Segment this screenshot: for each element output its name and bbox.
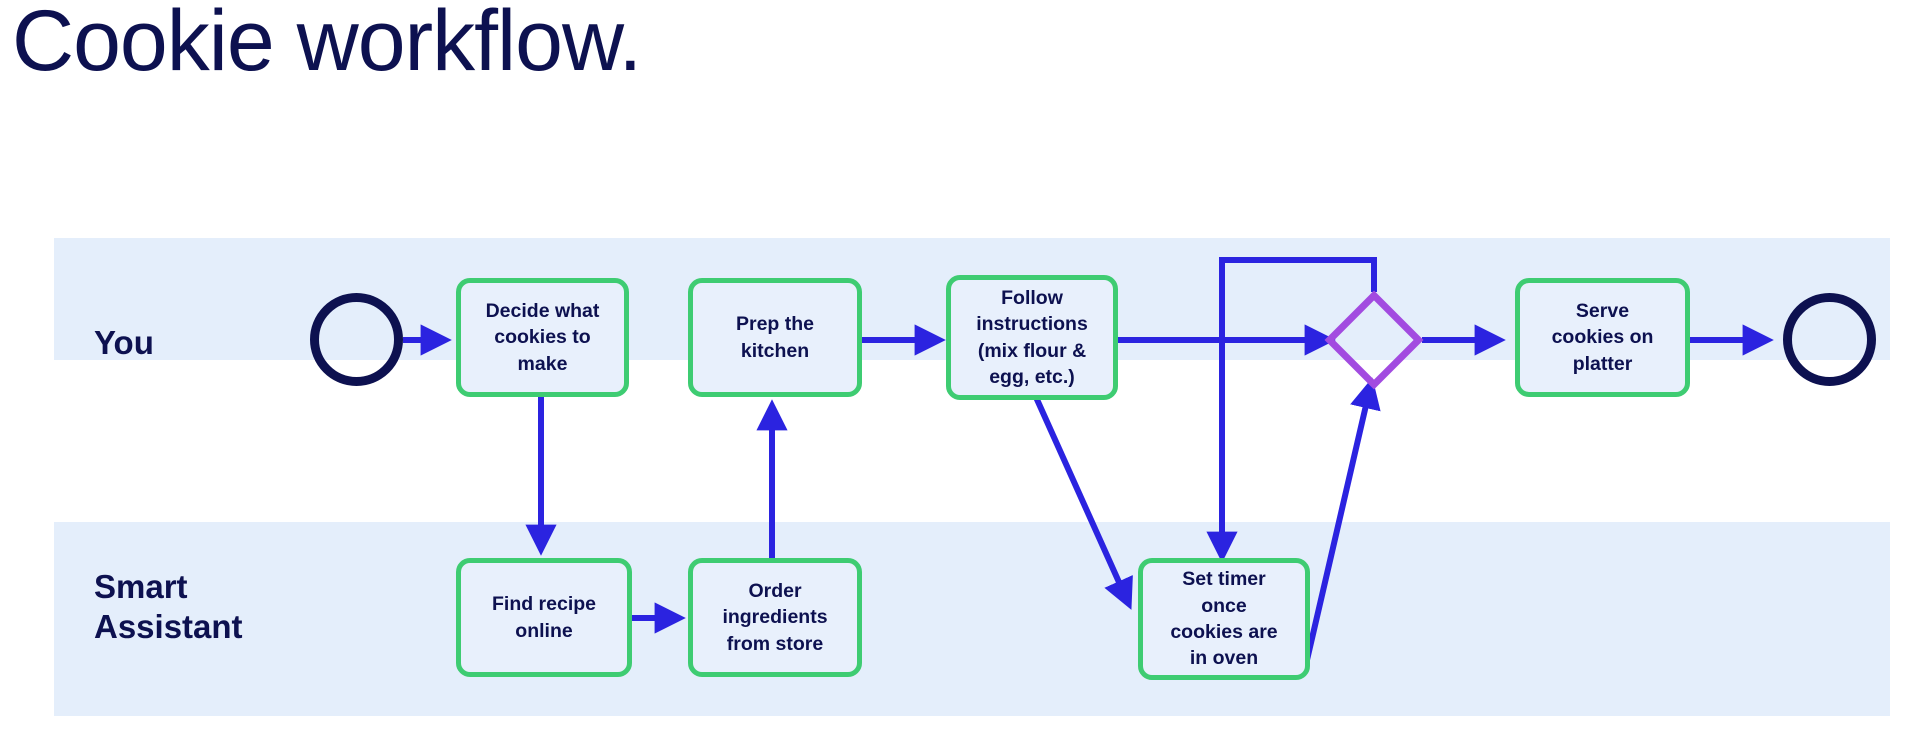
connector-set-timer-to-gateway [1304, 377, 1381, 661]
task-find-recipe-online[interactable]: Find recipe online [456, 558, 632, 677]
task-decide-what-cookies-to-make[interactable]: Decide what cookies to make [456, 278, 629, 397]
connector-follow-to-set-timer [1032, 393, 1133, 610]
task-serve-cookies-on-platter[interactable]: Serve cookies on platter [1515, 278, 1690, 397]
task-prep-the-kitchen[interactable]: Prep the kitchen [688, 278, 862, 397]
connector-gateway-loopback-to-set-timer [1206, 257, 1377, 563]
task-follow-instructions[interactable]: Follow instructions (mix flour & egg, et… [946, 275, 1118, 400]
task-order-ingredients-from-store[interactable]: Order ingredients from store [688, 558, 862, 677]
workflow-diagram: You Smart Assistant Decide what cookies … [0, 0, 1910, 740]
start-event-node[interactable] [310, 293, 403, 386]
task-set-timer-once-cookies-are-in-oven[interactable]: Set timer once cookies are in oven [1138, 558, 1310, 680]
end-event-node[interactable] [1783, 293, 1876, 386]
